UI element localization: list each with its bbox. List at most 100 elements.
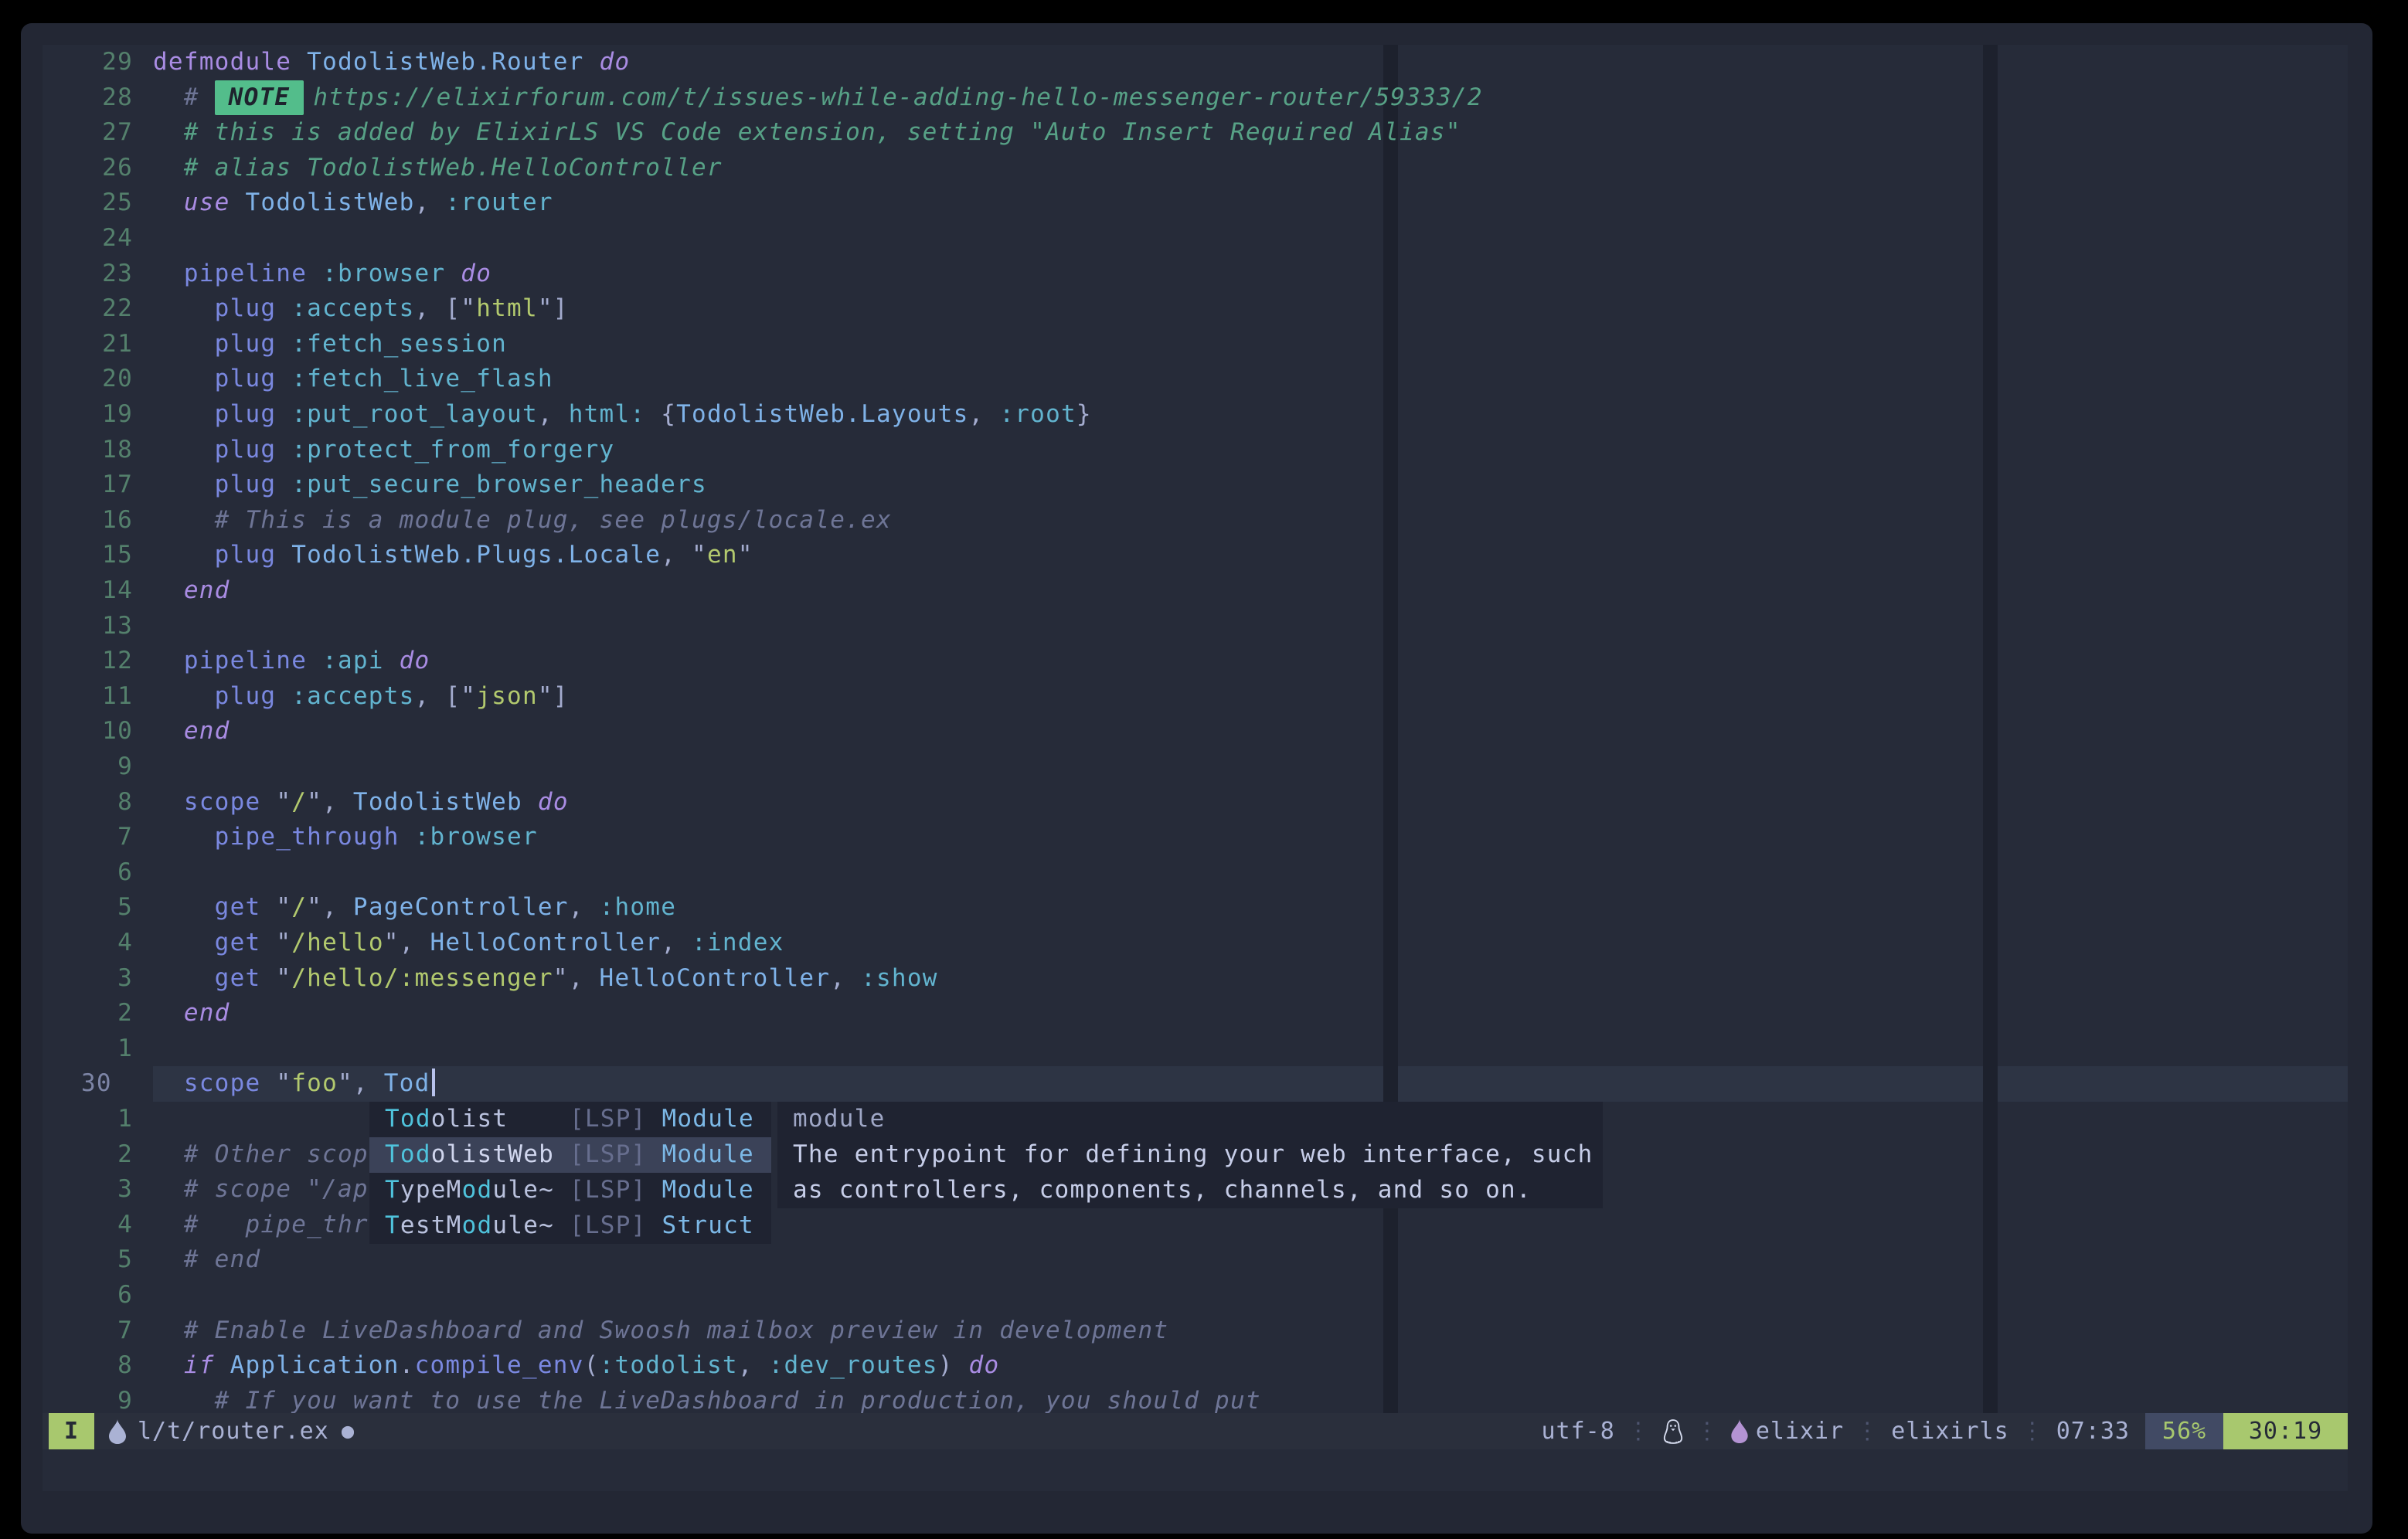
code-line[interactable]: 22 plug :accepts, ["html"] (43, 291, 2348, 327)
code-line[interactable]: 5 # end (43, 1242, 2348, 1278)
filename: l/t/router.ex (138, 1418, 329, 1445)
text-cursor (432, 1068, 435, 1096)
line-number: 19 (43, 397, 153, 433)
code-text: # scope "/ap (153, 1172, 369, 1208)
line-number: 4 (43, 1208, 153, 1243)
code-line[interactable]: 27 # this is added by ElixirLS VS Code e… (43, 115, 2348, 151)
filetype: elixir (1756, 1418, 1844, 1445)
code-line[interactable]: 21 plug :fetch_session (43, 327, 2348, 362)
code-text: # Other scop (153, 1137, 369, 1173)
code-text: # pipe_thr (153, 1208, 369, 1243)
code-text: scope "foo", Tod (153, 1066, 435, 1102)
code-line[interactable]: 8 scope "/", TodolistWeb do (43, 785, 2348, 820)
line-number: 7 (43, 1313, 153, 1349)
code-line[interactable]: 6 (43, 855, 2348, 891)
code-line[interactable]: 20 plug :fetch_live_flash (43, 362, 2348, 397)
line-number: 27 (43, 115, 153, 151)
code-line[interactable]: 5 get "/", PageController, :home (43, 890, 2348, 926)
code-line[interactable]: 24 (43, 221, 2348, 256)
code-line[interactable]: 25 use TodolistWeb, :router (43, 185, 2348, 221)
editor-area[interactable]: 29defmodule TodolistWeb.Router do28 # NO… (43, 45, 2348, 1491)
code-text: plug :fetch_live_flash (153, 362, 553, 397)
line-number: 29 (43, 45, 153, 80)
code-text: get "/hello/:messenger", HelloController… (153, 961, 938, 997)
code-line[interactable]: 10 end (43, 714, 2348, 749)
code-line[interactable]: 17 plug :put_secure_browser_headers (43, 467, 2348, 503)
code-text: pipeline :api do (153, 644, 430, 679)
code-line[interactable]: 11 plug :accepts, ["json"] (43, 679, 2348, 715)
code-text: pipeline :browser do (153, 256, 491, 292)
code-line[interactable]: 19 plug :put_root_layout, html: {Todolis… (43, 397, 2348, 433)
code-text: pipe_through :browser (153, 820, 538, 855)
line-number: 7 (43, 820, 153, 855)
code-line[interactable]: 6 (43, 1278, 2348, 1313)
line-number: 10 (43, 714, 153, 749)
code-text: plug :put_root_layout, html: {TodolistWe… (153, 397, 1092, 433)
line-number: 22 (43, 291, 153, 327)
code-text: # end (153, 1242, 260, 1278)
line-number: 16 (43, 503, 153, 538)
completion-source: [LSP] (570, 1140, 662, 1168)
line-number: 8 (43, 785, 153, 820)
line-number: 23 (43, 256, 153, 292)
completion-doc-window: moduleThe entrypoint for defining your w… (777, 1102, 1603, 1208)
line-number: 1 (43, 1031, 153, 1067)
code-line[interactable]: 4 get "/hello", HelloController, :index (43, 926, 2348, 961)
separator: ⋮ (1855, 1418, 1879, 1445)
linux-tux-icon (1662, 1418, 1684, 1445)
file-progress: 56% (2145, 1413, 2223, 1449)
line-number: 12 (43, 644, 153, 679)
code-line[interactable]: 18 plug :protect_from_forgery (43, 433, 2348, 468)
completion-source: [LSP] (570, 1105, 662, 1133)
code-line[interactable]: 2 end (43, 996, 2348, 1031)
lsp-client: elixirls (1891, 1418, 2009, 1445)
code-line[interactable]: 23 pipeline :browser do (43, 256, 2348, 292)
code-line[interactable]: 26 # alias TodolistWeb.HelloController (43, 151, 2348, 186)
line-number: 26 (43, 151, 153, 186)
line-number: 25 (43, 185, 153, 221)
code-line[interactable]: 3 get "/hello/:messenger", HelloControll… (43, 961, 2348, 997)
line-number: 18 (43, 433, 153, 468)
code-text: get "/", PageController, :home (153, 890, 676, 926)
code-text: plug TodolistWeb.Plugs.Locale, "en" (153, 538, 753, 573)
code-line[interactable]: 29defmodule TodolistWeb.Router do (43, 45, 2348, 80)
code-line[interactable]: 13 (43, 609, 2348, 644)
line-number: 17 (43, 467, 153, 503)
code-line[interactable]: 7 pipe_through :browser (43, 820, 2348, 855)
mode-indicator: I (49, 1413, 94, 1449)
completion-item-selected[interactable]: TodolistWeb [LSP] Module (369, 1137, 771, 1173)
code-text: plug :accepts, ["html"] (153, 291, 569, 327)
completion-item[interactable]: TestModule~ [LSP] Struct (369, 1208, 771, 1244)
code-line[interactable]: 28 # NOTEhttps://elixirforum.com/t/issue… (43, 80, 2348, 116)
code-text: # This is a module plug, see plugs/local… (153, 503, 892, 538)
droplet-icon (108, 1419, 127, 1444)
code-line[interactable]: 7 # Enable LiveDashboard and Swoosh mail… (43, 1313, 2348, 1349)
statusline: I l/t/router.ex ● utf-8 ⋮ ⋮ elixir (43, 1413, 2348, 1449)
code-text: defmodule TodolistWeb.Router do (153, 45, 630, 80)
line-number: 3 (43, 961, 153, 997)
line-number: 8 (43, 1348, 153, 1384)
code-line[interactable]: 1 (43, 1031, 2348, 1067)
code-text: plug :accepts, ["json"] (153, 679, 569, 715)
line-number: 5 (43, 1242, 153, 1278)
line-number: 13 (43, 609, 153, 644)
code-line[interactable]: 15 plug TodolistWeb.Plugs.Locale, "en" (43, 538, 2348, 573)
completion-item[interactable]: Todolist [LSP] Module (369, 1102, 771, 1137)
code-text: # Enable LiveDashboard and Swoosh mailbo… (153, 1313, 1168, 1349)
cursor-position: 30:19 (2223, 1413, 2348, 1449)
completion-kind: Struct (662, 1211, 753, 1239)
line-number: 11 (43, 679, 153, 715)
completion-source: [LSP] (570, 1176, 662, 1204)
code-text: use TodolistWeb, :router (153, 185, 553, 221)
code-line[interactable]: 12 pipeline :api do (43, 644, 2348, 679)
separator: ⋮ (1695, 1418, 1719, 1445)
code-line[interactable]: 9 (43, 749, 2348, 785)
code-line[interactable]: 14 end (43, 573, 2348, 609)
code-line[interactable]: 8 if Application.compile_env(:todolist, … (43, 1348, 2348, 1384)
code-line-current[interactable]: 30 scope "foo", Tod (43, 1066, 2348, 1102)
completion-item[interactable]: TypeModule~ [LSP] Module (369, 1173, 771, 1208)
completion-source: [LSP] (570, 1211, 662, 1239)
code-line[interactable]: 16 # This is a module plug, see plugs/lo… (43, 503, 2348, 538)
line-number: 6 (43, 855, 153, 891)
completion-kind: Module (662, 1176, 753, 1204)
